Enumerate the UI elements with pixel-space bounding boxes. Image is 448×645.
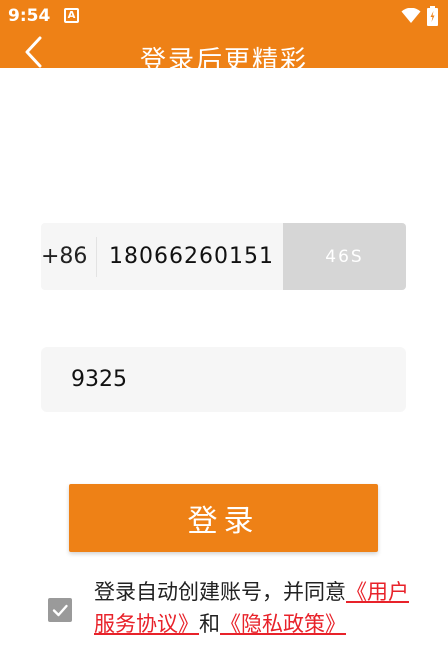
app-notification-icon: A [64, 8, 79, 23]
verification-code-row [41, 347, 406, 412]
phone-input[interactable] [109, 223, 281, 290]
wifi-icon [401, 8, 421, 23]
battery-icon [427, 6, 438, 26]
page-title: 登录后更精彩 [139, 46, 308, 68]
resend-code-button[interactable]: 46S [283, 223, 406, 290]
privacy-policy-link[interactable]: 《隐私政策》 [220, 612, 346, 636]
agreement-prefix: 登录自动创建账号，并同意 [94, 580, 346, 604]
phone-row: +86 46S [41, 223, 406, 290]
login-button[interactable]: 登录 [69, 484, 378, 552]
verification-code-input[interactable] [71, 347, 371, 412]
app-header: 登录后更精彩 [0, 32, 448, 68]
agreement-checkbox[interactable] [48, 598, 72, 622]
status-icons [401, 6, 438, 26]
status-bar: 9:54 A [0, 0, 448, 32]
agreement-joiner: 和 [199, 612, 220, 636]
checkmark-icon [52, 604, 68, 617]
country-code[interactable]: +86 [41, 223, 87, 290]
agreement-text: 登录自动创建账号，并同意《用户服务协议》和《隐私政策》 [94, 576, 424, 640]
phone-divider [96, 237, 97, 277]
status-time: 9:54 [8, 6, 51, 26]
